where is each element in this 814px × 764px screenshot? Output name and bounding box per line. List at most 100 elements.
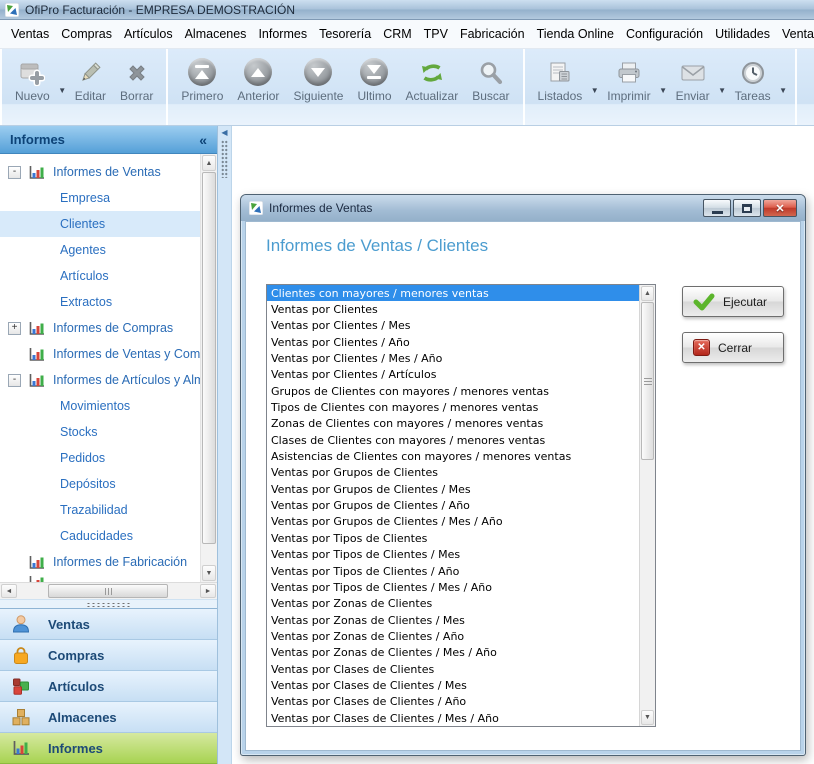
tree-item-partial[interactable] — [0, 575, 200, 582]
report-list-item[interactable]: Grupos de Clientes con mayores / menores… — [267, 383, 639, 399]
menu-item-fabricacion[interactable]: Fabricación — [454, 23, 531, 45]
scroll-right-icon[interactable]: ► — [200, 584, 216, 598]
scrollbar-thumb[interactable] — [202, 172, 216, 544]
toolbar-button-editar[interactable]: Editar — [68, 55, 113, 106]
execute-button[interactable]: Ejecutar — [682, 286, 784, 317]
tree-item-clientes[interactable]: Clientes — [0, 211, 200, 237]
report-list-item[interactable]: Ventas por Zonas de Clientes — [267, 596, 639, 612]
maximize-button[interactable] — [733, 199, 761, 217]
nav-item-compras[interactable]: Compras — [0, 640, 217, 671]
tree-item-empresa[interactable]: Empresa — [0, 185, 200, 211]
tree-collapse-icon[interactable]: - — [8, 166, 21, 179]
report-list-item[interactable]: Ventas por Clases de Clientes / Año — [267, 694, 639, 710]
dropdown-arrow-icon[interactable]: ▼ — [589, 83, 600, 97]
report-list-item[interactable]: Ventas por Clientes / Mes / Año — [267, 350, 639, 366]
scroll-up-icon[interactable]: ▲ — [641, 286, 654, 301]
panel-splitter[interactable]: ◀ — [218, 126, 232, 764]
menu-item-tesoreria[interactable]: Tesorería — [313, 23, 377, 45]
dropdown-arrow-icon[interactable]: ▼ — [778, 83, 789, 97]
menu-item-tienda-online[interactable]: Tienda Online — [531, 23, 620, 45]
report-list-item[interactable]: Tipos de Clientes con mayores / menores … — [267, 399, 639, 415]
toolbar-button-enviar[interactable]: Enviar — [669, 55, 717, 106]
tree-item-pedidos[interactable]: Pedidos — [0, 445, 200, 471]
tree-item-articulos[interactable]: Artículos — [0, 263, 200, 289]
tree-expand-icon[interactable]: + — [8, 322, 21, 335]
tree-item-caducidades[interactable]: Caducidades — [0, 523, 200, 549]
dropdown-arrow-icon[interactable]: ▼ — [57, 83, 68, 97]
scrollbar-thumb[interactable] — [641, 302, 654, 460]
toolbar-button-nuevo[interactable]: Nuevo — [8, 55, 57, 106]
tree-item-informes-de-ventas-y-compras[interactable]: Informes de Ventas y Comp — [0, 341, 200, 367]
close-button[interactable]: ✕ — [763, 199, 797, 217]
minimize-button[interactable] — [703, 199, 731, 217]
menu-item-tpv[interactable]: TPV — [418, 23, 454, 45]
toolbar-button-buscar[interactable]: Buscar — [465, 55, 516, 106]
report-list-item[interactable]: Clientes con mayores / menores ventas — [267, 285, 639, 301]
report-list-item[interactable]: Asistencias de Clientes con mayores / me… — [267, 448, 639, 464]
report-list-item[interactable]: Ventas por Clientes / Artículos — [267, 367, 639, 383]
report-list-item[interactable]: Ventas por Clientes / Mes — [267, 318, 639, 334]
menu-item-ventana[interactable]: Ventana — [776, 23, 814, 45]
report-list-item[interactable]: Ventas por Clases de Clientes / Mes — [267, 677, 639, 693]
tree-item-extractos[interactable]: Extractos — [0, 289, 200, 315]
report-list-item[interactable]: Zonas de Clientes con mayores / menores … — [267, 416, 639, 432]
menu-item-articulos[interactable]: Artículos — [118, 23, 179, 45]
report-list-item[interactable]: Ventas por Zonas de Clientes / Mes / Año — [267, 645, 639, 661]
tree-item-informes-de-compras[interactable]: + Informes de Compras — [0, 315, 200, 341]
report-list-item[interactable]: Ventas por Tipos de Clientes / Mes / Año — [267, 579, 639, 595]
dropdown-arrow-icon[interactable]: ▼ — [658, 83, 669, 97]
tree-item-movimientos[interactable]: Movimientos — [0, 393, 200, 419]
toolbar-button-borrar[interactable]: Borrar — [113, 55, 160, 106]
toolbar-button-listados[interactable]: Listados — [531, 55, 590, 106]
menu-item-configuracion[interactable]: Configuración — [620, 23, 709, 45]
dropdown-arrow-icon[interactable]: ▼ — [717, 83, 728, 97]
report-list-item[interactable]: Ventas por Grupos de Clientes — [267, 465, 639, 481]
nav-item-ventas[interactable]: Ventas — [0, 609, 217, 640]
toolbar-button-imprimir[interactable]: Imprimir — [600, 55, 657, 106]
report-list-item[interactable]: Ventas por Grupos de Clientes / Mes / Añ… — [267, 514, 639, 530]
nav-item-informes[interactable]: Informes — [0, 733, 217, 764]
toolbar-button-siguiente[interactable]: Siguiente — [286, 55, 350, 106]
report-list-item[interactable]: Ventas por Grupos de Clientes / Mes — [267, 481, 639, 497]
tree-item-trazabilidad[interactable]: Trazabilidad — [0, 497, 200, 523]
dialog-titlebar[interactable]: Informes de Ventas ✕ — [241, 195, 805, 221]
collapse-sidebar-icon[interactable]: « — [199, 132, 207, 148]
report-list-item[interactable]: Ventas por Clientes — [267, 301, 639, 317]
scroll-down-icon[interactable]: ▼ — [641, 710, 654, 725]
tree-item-informes-de-fabricacion[interactable]: Informes de Fabricación — [0, 549, 200, 575]
tree-item-informes-de-ventas[interactable]: - Informes de Ventas — [0, 159, 200, 185]
tree-item-informes-de-articulos-y-almacenes[interactable]: - Informes de Artículos y Alm — [0, 367, 200, 393]
tree-item-agentes[interactable]: Agentes — [0, 237, 200, 263]
tree-vertical-scrollbar[interactable]: ▲ ▼ — [200, 154, 217, 582]
menu-item-ventas[interactable]: Ventas — [5, 23, 55, 45]
report-list-item[interactable]: Ventas por Tipos de Clientes — [267, 530, 639, 546]
toolbar-button-actualizar[interactable]: Actualizar — [399, 55, 466, 106]
tree-collapse-icon[interactable]: - — [8, 374, 21, 387]
scroll-left-icon[interactable]: ◄ — [1, 584, 17, 598]
report-list-item[interactable]: Ventas por Zonas de Clientes / Mes — [267, 612, 639, 628]
tree-item-stocks[interactable]: Stocks — [0, 419, 200, 445]
report-list-item[interactable]: Ventas por Grupos de Clientes / Año — [267, 497, 639, 513]
toolbar-button-ultimo[interactable]: Ultimo — [350, 55, 398, 106]
menu-item-utilidades[interactable]: Utilidades — [709, 23, 776, 45]
sidebar-splitter[interactable] — [0, 599, 217, 608]
scroll-down-icon[interactable]: ▼ — [202, 565, 216, 581]
app-titlebar[interactable]: OfiPro Facturación - EMPRESA DEMOSTRACIÓ… — [0, 0, 814, 20]
tree-item-depositos[interactable]: Depósitos — [0, 471, 200, 497]
menu-item-crm[interactable]: CRM — [377, 23, 417, 45]
toolbar-button-primero[interactable]: Primero — [174, 55, 230, 106]
list-vertical-scrollbar[interactable]: ▲ ▼ — [639, 285, 655, 726]
report-list-item[interactable]: Ventas por Clases de Clientes — [267, 661, 639, 677]
report-list-item[interactable]: Ventas por Clases de Clientes / Mes / Añ… — [267, 710, 639, 726]
scroll-up-icon[interactable]: ▲ — [202, 155, 216, 171]
toolbar-button-tareas[interactable]: Tareas — [728, 55, 778, 106]
report-list-item[interactable]: Ventas por Tipos de Clientes / Mes — [267, 547, 639, 563]
report-list-item[interactable]: Ventas por Zonas de Clientes / Año — [267, 628, 639, 644]
menu-item-informes[interactable]: Informes — [252, 23, 313, 45]
toolbar-button-anterior[interactable]: Anterior — [230, 55, 286, 106]
menu-item-almacenes[interactable]: Almacenes — [179, 23, 253, 45]
collapse-panel-icon[interactable]: ◀ — [221, 129, 227, 137]
nav-item-articulos[interactable]: Artículos — [0, 671, 217, 702]
scrollbar-thumb[interactable] — [48, 584, 168, 598]
tree-horizontal-scrollbar[interactable]: ◄ ► — [0, 582, 217, 599]
